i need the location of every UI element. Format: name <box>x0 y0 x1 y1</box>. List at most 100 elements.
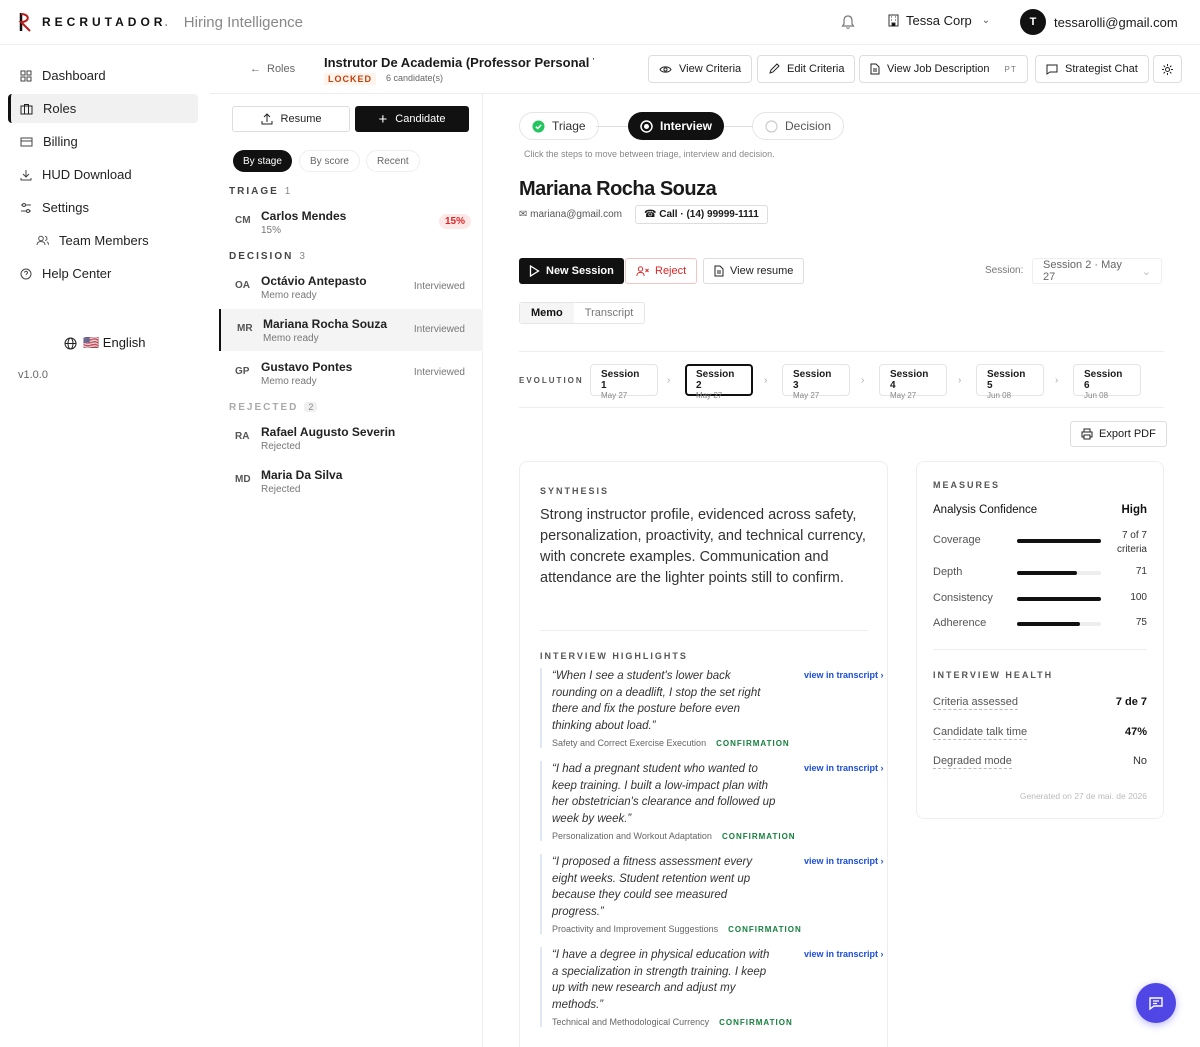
session-chip[interactable]: Session 3 May 27 <box>782 364 850 400</box>
step-triage[interactable]: Triage <box>519 112 599 140</box>
sidebar-item-settings[interactable]: Settings <box>8 193 198 222</box>
candidate-row[interactable]: OA Octávio Antepasto Memo ready Intervie… <box>219 266 483 308</box>
language-badge: PT <box>1004 64 1017 74</box>
add-candidate-button[interactable]: + Candidate <box>355 106 469 132</box>
session-date: May 27 <box>601 391 628 400</box>
session-chip[interactable]: Session 5 Jun 08 <box>976 364 1044 400</box>
brand-logo[interactable]: RECRUTADOR . Hiring Intelligence <box>18 12 303 32</box>
view-in-transcript-link[interactable]: view in transcript › <box>804 763 884 773</box>
session-chip-active[interactable]: Session 2 May 27 <box>685 364 753 400</box>
org-switcher[interactable]: Tessa Corp ⌄ <box>887 13 990 28</box>
chevron-down-icon: ⌄ <box>1141 265 1151 278</box>
health-heading: INTERVIEW HEALTH <box>933 670 1054 680</box>
sidebar-item-hud-download[interactable]: HUD Download <box>8 160 198 189</box>
step-decision[interactable]: Decision <box>752 112 845 140</box>
sort-by-stage[interactable]: By stage <box>233 150 292 172</box>
sidebar: Dashboard Roles Billing HUD Download Set… <box>0 46 210 1046</box>
sort-by-score[interactable]: By score <box>299 150 360 172</box>
globe-icon <box>64 337 77 349</box>
candidate-row[interactable]: RA Rafael Augusto Severin Rejected <box>219 417 483 459</box>
measure-label: Adherence <box>933 617 987 629</box>
session-title: Session 1 <box>601 369 640 391</box>
session-chip[interactable]: Session 1 May 27 <box>590 364 658 400</box>
divider <box>933 649 1147 650</box>
tab-memo[interactable]: Memo <box>520 303 574 323</box>
health-label: Candidate talk time <box>933 726 1028 740</box>
session-chip[interactable]: Session 6 Jun 08 <box>1073 364 1141 400</box>
strategist-chat-button[interactable]: Strategist Chat <box>1035 55 1149 83</box>
resume-label: Resume <box>280 113 322 125</box>
resume-upload-button[interactable]: Resume <box>232 106 350 132</box>
back-label: Roles <box>267 63 296 75</box>
confirmation-tag: CONFIRMATION <box>716 739 790 748</box>
candidate-status: Rejected <box>261 441 301 452</box>
view-criteria-label: View Criteria <box>679 63 742 75</box>
user-menu[interactable]: T tessarolli@gmail.com <box>1020 9 1178 35</box>
printer-icon <box>1081 428 1093 440</box>
candidate-name-heading: Mariana Rocha Souza <box>519 178 717 200</box>
session-select[interactable]: Session 2 · May 27 ⌄ <box>1032 258 1162 284</box>
group-rejected: REJECTED 2 <box>229 402 318 413</box>
candidate-row-selected[interactable]: MR Mariana Rocha Souza Memo ready Interv… <box>219 309 483 351</box>
user-x-icon <box>636 265 649 276</box>
sort-recent[interactable]: Recent <box>366 150 420 172</box>
brand-name: RECRUTADOR <box>42 15 167 29</box>
confirmation-tag: CONFIRMATION <box>728 925 802 934</box>
step-connector <box>720 126 752 127</box>
new-session-button[interactable]: New Session <box>519 258 624 284</box>
export-pdf-button[interactable]: Export PDF <box>1070 421 1167 447</box>
measure-bar <box>1017 622 1101 626</box>
sidebar-item-roles[interactable]: Roles <box>8 94 198 123</box>
measure-fill <box>1017 571 1077 575</box>
measure-fill <box>1017 622 1080 626</box>
highlights-heading: INTERVIEW HIGHLIGHTS <box>540 651 688 661</box>
sidebar-item-dashboard[interactable]: Dashboard <box>8 61 198 90</box>
measure-bar <box>1017 571 1101 575</box>
radio-off-icon <box>765 119 778 133</box>
health-value: No <box>1132 755 1147 767</box>
view-resume-button[interactable]: View resume <box>703 258 805 284</box>
evolution-label: EVOLUTION <box>519 376 584 385</box>
view-criteria-button[interactable]: View Criteria <box>648 55 753 83</box>
call-button[interactable]: ☎ Call · (14) 99999-1111 <box>635 205 768 224</box>
session-chip[interactable]: Session 4 May 27 <box>879 364 947 400</box>
candidate-row[interactable]: MD Maria Da Silva Rejected <box>219 460 483 502</box>
view-in-transcript-link[interactable]: view in transcript › <box>804 949 884 959</box>
sidebar-item-help-center[interactable]: Help Center <box>8 259 198 288</box>
candidate-initials: MR <box>237 323 253 334</box>
edit-criteria-button[interactable]: Edit Criteria <box>757 55 856 83</box>
tab-transcript[interactable]: Transcript <box>574 303 645 323</box>
highlight-item: “I have a degree in physical education w… <box>540 947 884 1027</box>
view-in-transcript-link[interactable]: view in transcript › <box>804 856 884 866</box>
candidate-row[interactable]: CM Carlos Mendes 15% 15% <box>219 201 483 243</box>
role-header: ← Roles Instrutor De Academia (Professor… <box>210 46 1200 94</box>
language-switcher[interactable]: 🇺🇸 English <box>64 335 145 351</box>
bell-icon[interactable] <box>841 14 855 30</box>
top-bar: RECRUTADOR . Hiring Intelligence Tessa C… <box>0 0 1200 45</box>
back-to-roles[interactable]: ← Roles <box>250 63 295 75</box>
measure-bar <box>1017 539 1101 543</box>
view-resume-label: View resume <box>730 265 794 277</box>
download-icon <box>20 169 32 180</box>
chat-launcher-button[interactable] <box>1136 983 1176 1023</box>
session-title: Session 2 <box>696 369 735 391</box>
generated-timestamp: Generated on 27 de mai. de 2026 <box>1019 791 1147 801</box>
health-row: Degraded mode No <box>933 755 1147 769</box>
step-interview[interactable]: Interview <box>628 112 725 140</box>
reject-button[interactable]: Reject <box>625 258 698 284</box>
sidebar-item-billing[interactable]: Billing <box>8 127 198 156</box>
candidate-row[interactable]: GP Gustavo Pontes Memo ready Interviewed <box>219 352 483 394</box>
building-icon <box>888 14 899 27</box>
candidate-email[interactable]: ✉ mariana@gmail.com <box>519 209 622 220</box>
eye-icon <box>659 65 672 73</box>
gear-icon <box>1162 63 1173 75</box>
sidebar-item-team-members[interactable]: Team Members <box>24 226 194 255</box>
view-job-description-button[interactable]: View Job Description PT <box>859 55 1028 83</box>
session-date: May 27 <box>793 391 820 400</box>
view-in-transcript-link[interactable]: view in transcript › <box>804 670 884 680</box>
group-label: DECISION <box>229 251 294 262</box>
group-count: 3 <box>299 251 305 262</box>
candidate-list-panel: Resume + Candidate By stage By score Rec… <box>219 94 483 1047</box>
role-settings-button[interactable] <box>1153 55 1182 83</box>
confirmation-tag: CONFIRMATION <box>721 832 796 841</box>
